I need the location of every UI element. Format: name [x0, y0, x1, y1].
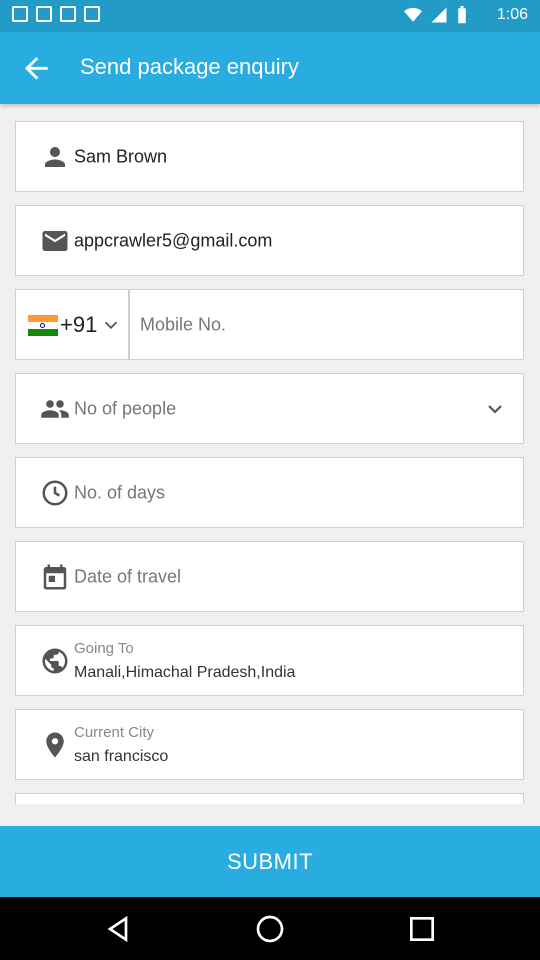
current-city-value: san francisco	[74, 748, 169, 765]
country-code: +91	[60, 312, 98, 337]
notification-icon	[84, 6, 100, 22]
status-bar: 1:06	[0, 0, 540, 32]
people-dropdown[interactable]: No of people	[15, 373, 524, 444]
system-nav-bar	[0, 897, 540, 960]
back-nav-icon[interactable]	[102, 913, 134, 945]
india-flag-icon	[28, 315, 58, 336]
people-icon	[41, 399, 69, 418]
calendar-icon	[43, 564, 67, 589]
clock-time: 1:06	[496, 6, 528, 23]
signal-icon	[431, 7, 447, 23]
mobile-number-field[interactable]: Mobile No.	[129, 289, 524, 360]
notification-icon	[12, 6, 28, 22]
email-icon	[42, 230, 68, 251]
home-nav-icon[interactable]	[254, 913, 286, 945]
people-placeholder: No of people	[74, 398, 177, 418]
submit-button[interactable]: SUBMIT	[0, 826, 540, 897]
location-pin-icon	[46, 732, 64, 757]
globe-icon	[42, 648, 68, 673]
date-of-travel-field[interactable]: Date of travel	[15, 541, 524, 612]
battery-icon	[458, 6, 466, 24]
arrow-back-icon[interactable]	[16, 48, 56, 88]
going-to-label: Going To	[74, 640, 134, 657]
notification-icon	[36, 6, 52, 22]
system-icons	[404, 6, 468, 24]
country-code-selector[interactable]: +91	[15, 289, 129, 360]
current-city-field[interactable]: Current City san francisco	[15, 709, 524, 780]
date-placeholder: Date of travel	[74, 566, 182, 586]
person-icon	[45, 146, 65, 167]
current-city-label: Current City	[74, 724, 155, 741]
name-value: Sam Brown	[74, 146, 168, 166]
recents-nav-icon[interactable]	[406, 913, 438, 945]
app-bar: Send package enquiry	[0, 32, 540, 104]
chevron-down-icon	[488, 404, 502, 414]
wifi-icon	[404, 7, 422, 22]
email-value: appcrawler5@gmail.com	[74, 230, 273, 250]
clock-icon	[42, 480, 68, 505]
mobile-placeholder: Mobile No.	[140, 314, 227, 334]
email-field[interactable]: appcrawler5@gmail.com	[15, 205, 524, 276]
going-to-value: Manali,Himachal Pradesh,India	[74, 664, 296, 681]
next-field-partial[interactable]	[15, 793, 524, 804]
page-title: Send package enquiry	[80, 54, 299, 79]
notification-icon	[60, 6, 76, 22]
name-field[interactable]: Sam Brown	[15, 121, 524, 192]
chevron-down-icon	[104, 321, 118, 330]
days-field[interactable]: No. of days	[15, 457, 524, 528]
notification-icons	[12, 6, 100, 22]
days-placeholder: No. of days	[74, 482, 166, 502]
going-to-field[interactable]: Going To Manali,Himachal Pradesh,India	[15, 625, 524, 696]
